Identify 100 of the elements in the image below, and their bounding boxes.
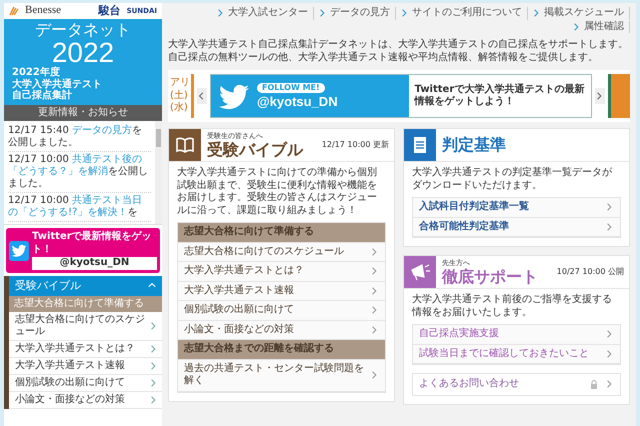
chevron-right-icon (606, 202, 614, 212)
slide-fragment: (水) (170, 102, 189, 115)
list-link-label: 自己採点実施支援 (419, 328, 499, 340)
list-link-label: 志望大合格に向けてのスケジュール (184, 246, 344, 258)
menu-item[interactable]: 志望大合格に向けてのスケジュール (9, 312, 162, 342)
nav-link[interactable]: 大学入試センター (212, 7, 314, 20)
news-heading: 更新情報・お知らせ (4, 104, 162, 122)
list-link-label: 試験当日までに確認しておきたいこと (419, 348, 589, 360)
list-link-label: 個別試験の出願に向けて (184, 304, 294, 316)
brand-logo-text: Benesse (25, 4, 62, 18)
logo-caption: 自己採点集計 (12, 90, 73, 102)
chevron-right-icon (606, 348, 614, 359)
list-link-label: 大学入学共通テストとは？ (184, 265, 304, 278)
list-link[interactable]: 小論文・面接などの対策 (178, 320, 385, 340)
chevron-right-icon (371, 305, 379, 316)
nav-link[interactable]: 掲載スケジュール (528, 7, 630, 20)
twitter-slide[interactable]: FOLLOW ME! @kyotsu_DN Twitterで大学入学共通テストの最新情報をゲットしよう！ (210, 74, 592, 118)
card-date: 12/17 10:00 更新 (322, 140, 390, 150)
logo-caption: 2022年度 (12, 67, 61, 78)
faq-link[interactable]: よくあるお問い合わせ (412, 373, 621, 396)
menu-section-heading: 志望大合格に向けて準備する (9, 296, 162, 312)
chevron-right-icon (150, 344, 158, 354)
lock-icon (590, 380, 598, 389)
faq-label: よくあるお問い合わせ (419, 378, 519, 390)
menu-title: 受験バイブル (15, 278, 81, 293)
twitter-banner[interactable]: Twitterで最新情報をゲット！ @kyotsu_DN (6, 228, 160, 273)
menu-item-label: 個別試験の出願に向けて (15, 377, 125, 390)
scrollbar[interactable] (155, 121, 162, 224)
list-link[interactable]: 大学入学共通テストとは？ (178, 262, 385, 282)
list-link-label: 過去の共通テスト・センター試験問題を解く (184, 362, 365, 388)
list-link[interactable]: 自己採点実施支援 (413, 325, 620, 344)
banner-text: Twitterで最新情報をゲット！ (32, 231, 153, 256)
list-section-heading: 志望大合格までの距離を確認する (178, 340, 385, 360)
intro-text: 大学入学共通テスト自己採点集計データネットは、大学入学共通テストの自己採点をサポートします。自己採点の無料ツールの他、大学入学共通テスト速報や平均点情報、解答情報をご提供します。 (168, 39, 629, 64)
news-item[interactable]: 12/17 10:00 共通テスト当日の「どうする!?」を解決！を (8, 193, 151, 222)
banner-handle: @kyotsu_DN (32, 257, 157, 270)
chevron-right-icon (573, 22, 581, 32)
prev-button[interactable] (197, 88, 207, 104)
menu-item[interactable]: 大学入学共通テストとは？ (9, 341, 162, 358)
slide-preview[interactable]: アリ (土) (水) (168, 74, 194, 118)
list-link[interactable]: 合格可能性判定基準 (413, 218, 620, 237)
next-button[interactable] (595, 88, 605, 104)
chevron-right-icon (371, 370, 379, 380)
list-link[interactable]: 志望大合格に向けてのスケジュール (178, 242, 385, 262)
list-link-label: 大学入学共通テスト速報 (184, 284, 294, 297)
card-description: 大学入学共通テストに向けての準備から個別試験出願まで、受験生に便利な情報や機能をお届けします。受験生の皆さんはスケジュールに沿って、課題に取り組みましょう！ (176, 166, 378, 218)
menu-item[interactable]: 個別試験の出願に向けて (9, 375, 162, 392)
news-item[interactable]: 12/17 15:40 データの見方を公開しました。 (8, 123, 151, 152)
list-link-label: 小論文・面接などの対策 (184, 324, 294, 336)
menu-item[interactable]: 小論文・面接などの対策 (9, 392, 162, 410)
chevron-right-icon (150, 378, 158, 388)
card-title: 徹底サポート (442, 268, 538, 286)
news-item[interactable]: 12/17 10:00 共通テスト後の「どうする？」を解消を公開しました。 (8, 152, 151, 194)
list-link[interactable]: 試験当日までに確認しておきたいこと (413, 344, 620, 364)
follow-badge: FOLLOW ME! (257, 82, 325, 93)
list-link-label: 合格可能性判定基準 (419, 220, 509, 233)
chevron-right-icon (371, 324, 379, 335)
slide-handle: @kyotsu_DN (257, 94, 338, 110)
chevron-right-icon (371, 266, 379, 276)
chevron-right-icon (319, 8, 327, 18)
slide-fragment: アリ (170, 77, 191, 90)
list-link[interactable]: 個別試験の出願に向けて (178, 301, 385, 320)
menu-header[interactable]: 受験バイブル (9, 276, 162, 296)
list-link[interactable]: 入試科目付判定基準一覧 (413, 198, 620, 218)
card-date: 10/27 10:00 公開 (556, 267, 625, 277)
chevron-right-icon (606, 222, 614, 232)
list-section-heading: 志望大合格に向けて準備する (178, 223, 385, 242)
chevron-right-icon (371, 286, 379, 296)
list-link[interactable]: 大学入学共通テスト速報 (178, 282, 385, 301)
slide-fragment: (土) (170, 90, 189, 102)
menu-item[interactable]: 大学入学共通テスト速報 (9, 358, 162, 376)
chevron-left-icon (198, 91, 206, 101)
card-description: 大学入学共通テスト前後のご指導を支援する情報をお届けいたします。 (410, 292, 613, 320)
nav-link[interactable]: データの見方 (314, 7, 396, 20)
logo-mark-icon (9, 6, 19, 16)
nav-link[interactable]: サイトのご利用について (396, 7, 528, 20)
chevron-right-icon (606, 329, 614, 340)
menu-item-label: 小論文・面接などの対策 (15, 394, 125, 406)
slide-text: Twitterで大学入学共通テストの最新情報をゲットしよう！ (413, 82, 586, 109)
card-title: 受験バイブル (207, 140, 303, 158)
chevron-right-icon (371, 246, 379, 257)
logo-caption: 大学入学共通テスト (12, 78, 103, 90)
logo-year: 2022 (52, 39, 116, 68)
list-link[interactable]: 過去の共通テスト・センター試験問題を解く (178, 360, 385, 392)
card-title: 判定基準 (442, 136, 506, 154)
bird-icon (9, 240, 29, 261)
chevron-right-icon (401, 8, 409, 18)
chevron-right-icon (217, 8, 225, 18)
chevron-right-icon (596, 91, 604, 101)
list-link-label: 入試科目付判定基準一覧 (419, 201, 529, 214)
brand-logo-text: 駿台 (98, 4, 121, 18)
logo-title: データネット (34, 21, 132, 40)
menu-item-label: 大学入学共通テストとは？ (15, 343, 135, 356)
chevron-right-icon (150, 321, 158, 332)
menu-item-label: 大学入学共通テスト速報 (15, 360, 125, 372)
chevron-right-icon (606, 379, 614, 390)
menu-item-label: 志望大合格に向けてのスケジュール (15, 314, 146, 338)
nav-link[interactable]: 属性確認 (568, 20, 630, 33)
chevron-right-icon (533, 8, 541, 18)
chevron-right-icon (150, 361, 158, 372)
